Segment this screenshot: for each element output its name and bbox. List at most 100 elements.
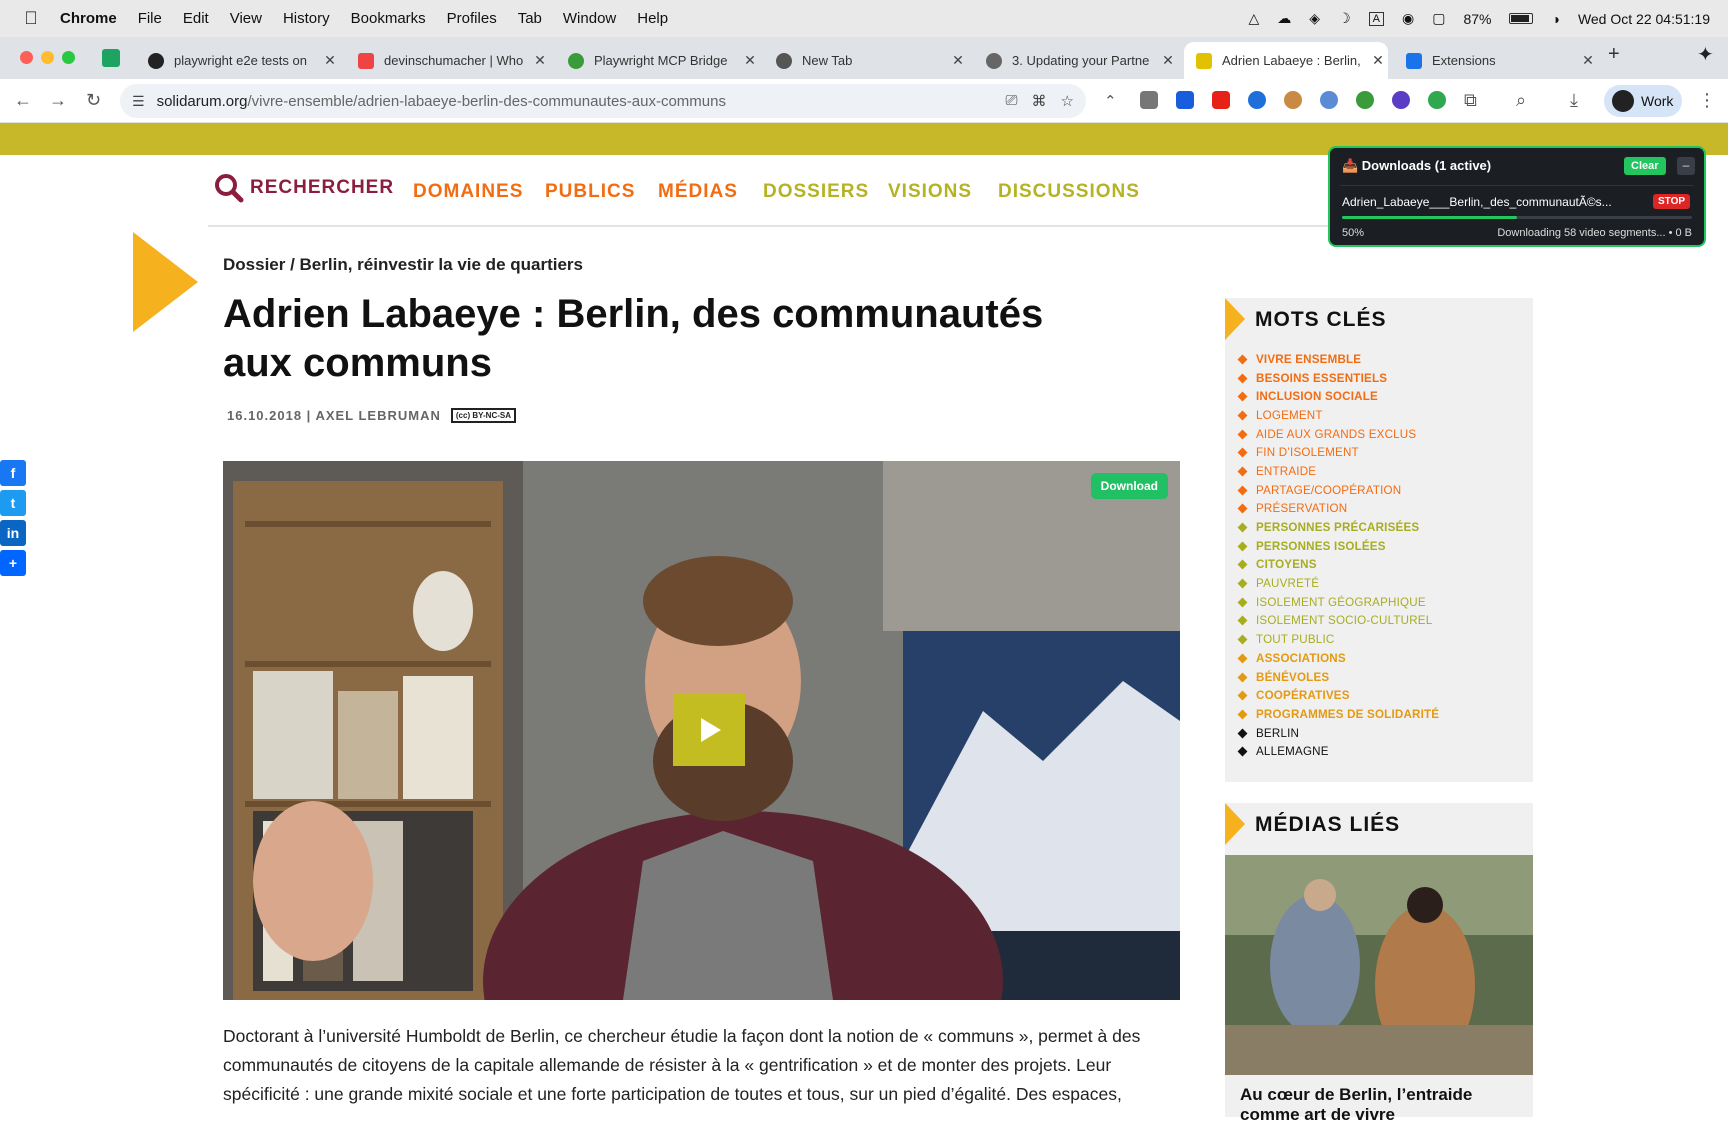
keyword-link[interactable]: PROGRAMMES DE SOLIDARITÉ (1237, 705, 1533, 724)
cookie-extension-icon[interactable] (1284, 91, 1302, 109)
reload-icon[interactable]: ↻ (86, 90, 101, 111)
new-tab-icon[interactable]: + (1608, 43, 1620, 66)
facebook-icon[interactable]: f (0, 460, 26, 486)
gemini-icon[interactable]: ✦ (1697, 42, 1714, 67)
linkedin-icon[interactable]: in (0, 520, 26, 546)
purple-extension-icon[interactable] (1392, 91, 1410, 109)
profile-button[interactable]: Work (1604, 85, 1682, 117)
tab-extensions[interactable]: Extensions ✕ (1394, 42, 1598, 79)
twitter-icon[interactable]: t (0, 490, 26, 516)
extensions-puzzle-icon[interactable]: ⧉ (1464, 90, 1477, 111)
menubar-clock[interactable]: Wed Oct 22 04:51:19 (1578, 11, 1710, 27)
nav-visions[interactable]: VISIONS (888, 181, 972, 203)
wifi-icon[interactable]: ◉ (1402, 10, 1414, 27)
moon-icon[interactable]: ☽ (1338, 10, 1351, 27)
address-bar[interactable]: ☰ solidarum.org/vivre-ensemble/adrien-la… (120, 84, 1086, 118)
keyword-link[interactable]: PAUVRETÉ (1237, 574, 1533, 593)
search-link[interactable]: RECHERCHER (214, 173, 394, 203)
nav-dossiers[interactable]: DOSSIERS (763, 181, 869, 203)
keyword-link[interactable]: INCLUSION SOCIALE (1237, 387, 1533, 406)
play-button[interactable] (673, 694, 745, 766)
input-source-icon[interactable]: A (1368, 11, 1384, 26)
keyword-link[interactable]: PERSONNES ISOLÉES (1237, 537, 1533, 556)
keyword-link[interactable]: TOUT PUBLIC (1237, 630, 1533, 649)
menu-file[interactable]: File (138, 10, 162, 27)
related-media-image[interactable] (1225, 855, 1533, 1075)
keyword-link[interactable]: BERLIN (1237, 724, 1533, 743)
tab-playwright-tests[interactable]: playwright e2e tests on ✕ (136, 42, 340, 79)
keyword-link[interactable]: ENTRAIDE (1237, 462, 1533, 481)
stop-download-button[interactable]: STOP (1653, 194, 1691, 209)
green-extension-icon[interactable] (1428, 91, 1446, 109)
site-info-icon[interactable]: ☰ (132, 93, 145, 110)
tab-adrien-labaeye[interactable]: Adrien Labaeye : Berlin, ✕ (1184, 42, 1388, 79)
more-menu-icon[interactable]: ⋮ (1698, 90, 1716, 111)
tab-updating-partner[interactable]: 3. Updating your Partne ✕ (974, 42, 1178, 79)
menu-edit[interactable]: Edit (183, 10, 209, 27)
youtube-extension-icon[interactable] (1212, 91, 1230, 109)
menu-help[interactable]: Help (637, 10, 668, 27)
bitwarden-icon[interactable] (1176, 91, 1194, 109)
battery-icon[interactable] (1509, 13, 1534, 24)
control-center-icon[interactable]: ◑ (1551, 11, 1559, 27)
tab-devinschumacher[interactable]: devinschumacher | Who ✕ (346, 42, 550, 79)
close-tab-icon[interactable]: ✕ (1368, 52, 1388, 69)
close-window-button[interactable] (20, 51, 33, 64)
close-tab-icon[interactable]: ✕ (948, 52, 968, 69)
menu-tab[interactable]: Tab (518, 10, 542, 27)
video-player[interactable]: Download (223, 461, 1180, 1000)
menu-view[interactable]: View (230, 10, 262, 27)
minimize-panel-button[interactable]: – (1677, 157, 1695, 175)
layers-icon[interactable]: ◈ (1309, 10, 1320, 27)
close-tab-icon[interactable]: ✕ (320, 52, 340, 69)
zoom-window-button[interactable] (62, 51, 75, 64)
display-icon[interactable]: ▢ (1432, 10, 1445, 27)
playwright-extension-icon[interactable] (1356, 91, 1374, 109)
keyword-link[interactable]: ALLEMAGNE (1237, 742, 1533, 761)
blue-extension-icon[interactable] (1248, 91, 1266, 109)
forward-icon[interactable]: → (49, 90, 67, 111)
menu-app[interactable]: Chrome (60, 10, 117, 27)
video-download-button[interactable]: Download (1090, 473, 1168, 499)
keyword-link[interactable]: PARTAGE/COOPÉRATION (1237, 481, 1533, 500)
keyword-link[interactable]: LOGEMENT (1237, 406, 1533, 425)
minimize-window-button[interactable] (41, 51, 54, 64)
chevron-up-icon[interactable]: ⌃ (1104, 92, 1117, 110)
close-tab-icon[interactable]: ✕ (530, 52, 550, 69)
menu-bookmarks[interactable]: Bookmarks (351, 10, 426, 27)
nav-discussions[interactable]: DISCUSSIONS (998, 181, 1140, 203)
keyword-link[interactable]: AIDE AUX GRANDS EXCLUS (1237, 425, 1533, 444)
nav-medias[interactable]: MÉDIAS (658, 181, 738, 203)
back-icon[interactable]: ← (14, 90, 32, 111)
keyword-link[interactable]: PRÉSERVATION (1237, 500, 1533, 519)
license-badge[interactable]: (cc) BY-NC-SA (450, 408, 516, 423)
apple-icon[interactable]:  (20, 8, 42, 29)
related-media-title[interactable]: Au cœur de Berlin, l’entraide comme art … (1240, 1085, 1520, 1125)
keyword-link[interactable]: PERSONNES PRÉCARISÉES (1237, 518, 1533, 537)
tab-playwright-mcp[interactable]: Playwright MCP Bridge ✕ (556, 42, 760, 79)
install-app-icon[interactable]: ⎚ (1006, 92, 1018, 110)
keyword-link[interactable]: BÉNÉVOLES (1237, 668, 1533, 687)
vpn-icon[interactable]: △ (1249, 10, 1260, 27)
menu-window[interactable]: Window (563, 10, 616, 27)
keyword-link[interactable]: BESOINS ESSENTIELS (1237, 369, 1533, 388)
bookmark-star-icon[interactable]: ☆ (1061, 92, 1074, 110)
tab-new-tab[interactable]: New Tab ✕ (764, 42, 968, 79)
menu-profiles[interactable]: Profiles (447, 10, 497, 27)
translate-icon[interactable]: ⌘ (1032, 92, 1047, 110)
qr-extension-icon[interactable] (1140, 91, 1158, 109)
close-tab-icon[interactable]: ✕ (740, 52, 760, 69)
clear-downloads-button[interactable]: Clear (1624, 157, 1666, 175)
close-tab-icon[interactable]: ✕ (1578, 52, 1598, 69)
close-tab-icon[interactable]: ✕ (1158, 52, 1178, 69)
nav-domaines[interactable]: DOMAINES (413, 181, 523, 203)
pinned-sheets-tab[interactable] (102, 49, 120, 67)
link-extension-icon[interactable] (1320, 91, 1338, 109)
keyword-link[interactable]: VIVRE ENSEMBLE (1237, 350, 1533, 369)
keyword-link[interactable]: COOPÉRATIVES (1237, 686, 1533, 705)
keyword-link[interactable]: ISOLEMENT GÉOGRAPHIQUE (1237, 593, 1533, 612)
share-plus-icon[interactable]: + (0, 550, 26, 576)
keyword-link[interactable]: ASSOCIATIONS (1237, 649, 1533, 668)
downloads-icon[interactable]: ⤓ (1570, 90, 1578, 111)
keyword-link[interactable]: FIN D’ISOLEMENT (1237, 443, 1533, 462)
